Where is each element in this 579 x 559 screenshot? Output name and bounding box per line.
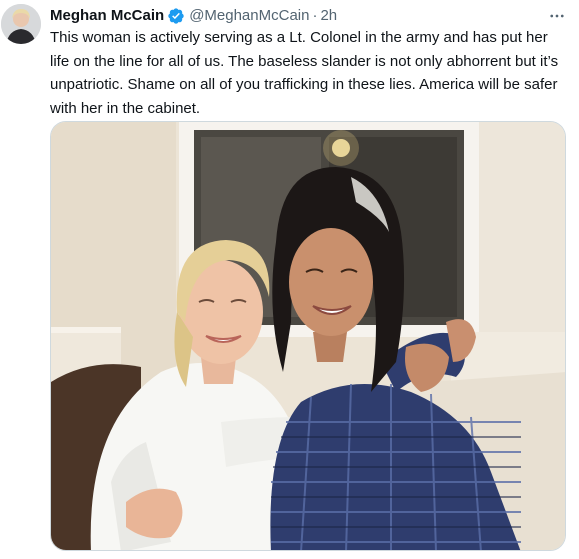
tweet-photo[interactable] [50, 121, 566, 551]
tweet-header: Meghan McCain @MeghanMcCain · 2h [50, 6, 337, 26]
tweet-timestamp[interactable]: 2h [320, 6, 337, 26]
dot-separator: · [312, 7, 318, 24]
author-display-name[interactable]: Meghan McCain [50, 6, 164, 26]
more-options-icon[interactable] [547, 6, 567, 26]
verified-badge-icon [167, 7, 185, 25]
author-handle[interactable]: @MeghanMcCain [189, 6, 309, 26]
tweet: Meghan McCain @MeghanMcCain · 2h This wo… [0, 0, 579, 559]
profile-avatar[interactable] [1, 4, 41, 44]
tweet-text: This woman is actively serving as a Lt. … [50, 29, 559, 117]
